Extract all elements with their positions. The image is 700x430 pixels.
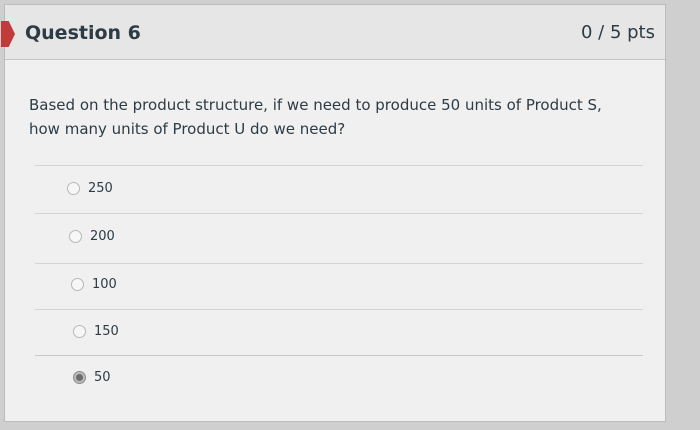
answer-label: 200 (90, 229, 115, 244)
radio-button[interactable] (69, 230, 82, 243)
answer-option-200[interactable]: 200 (69, 229, 115, 244)
answer-divider (35, 165, 643, 166)
answer-label: 50 (94, 370, 111, 385)
radio-button-selected[interactable] (73, 371, 86, 384)
answer-option-150[interactable]: 150 (73, 324, 119, 339)
answer-divider (35, 213, 643, 214)
answer-label: 250 (88, 181, 113, 196)
answer-divider (35, 309, 643, 310)
answer-option-50[interactable]: 50 (73, 370, 111, 385)
answer-option-250[interactable]: 250 (67, 181, 113, 196)
question-text: Based on the product structure, if we ne… (29, 96, 602, 138)
answer-divider (35, 263, 643, 264)
answer-divider (35, 355, 643, 356)
answer-label: 150 (94, 324, 119, 339)
radio-button[interactable] (73, 325, 86, 338)
radio-button[interactable] (67, 182, 80, 195)
answer-option-100[interactable]: 100 (71, 277, 117, 292)
question-title: Question 6 (25, 22, 141, 44)
answer-label: 100 (92, 277, 117, 292)
question-points: 0 / 5 pts (581, 22, 655, 43)
question-card: Question 6 0 / 5 pts Based on the produc… (1, 4, 666, 422)
radio-button[interactable] (71, 278, 84, 291)
incorrect-flag-icon (1, 21, 15, 47)
question-header: Question 6 0 / 5 pts (1, 5, 665, 60)
